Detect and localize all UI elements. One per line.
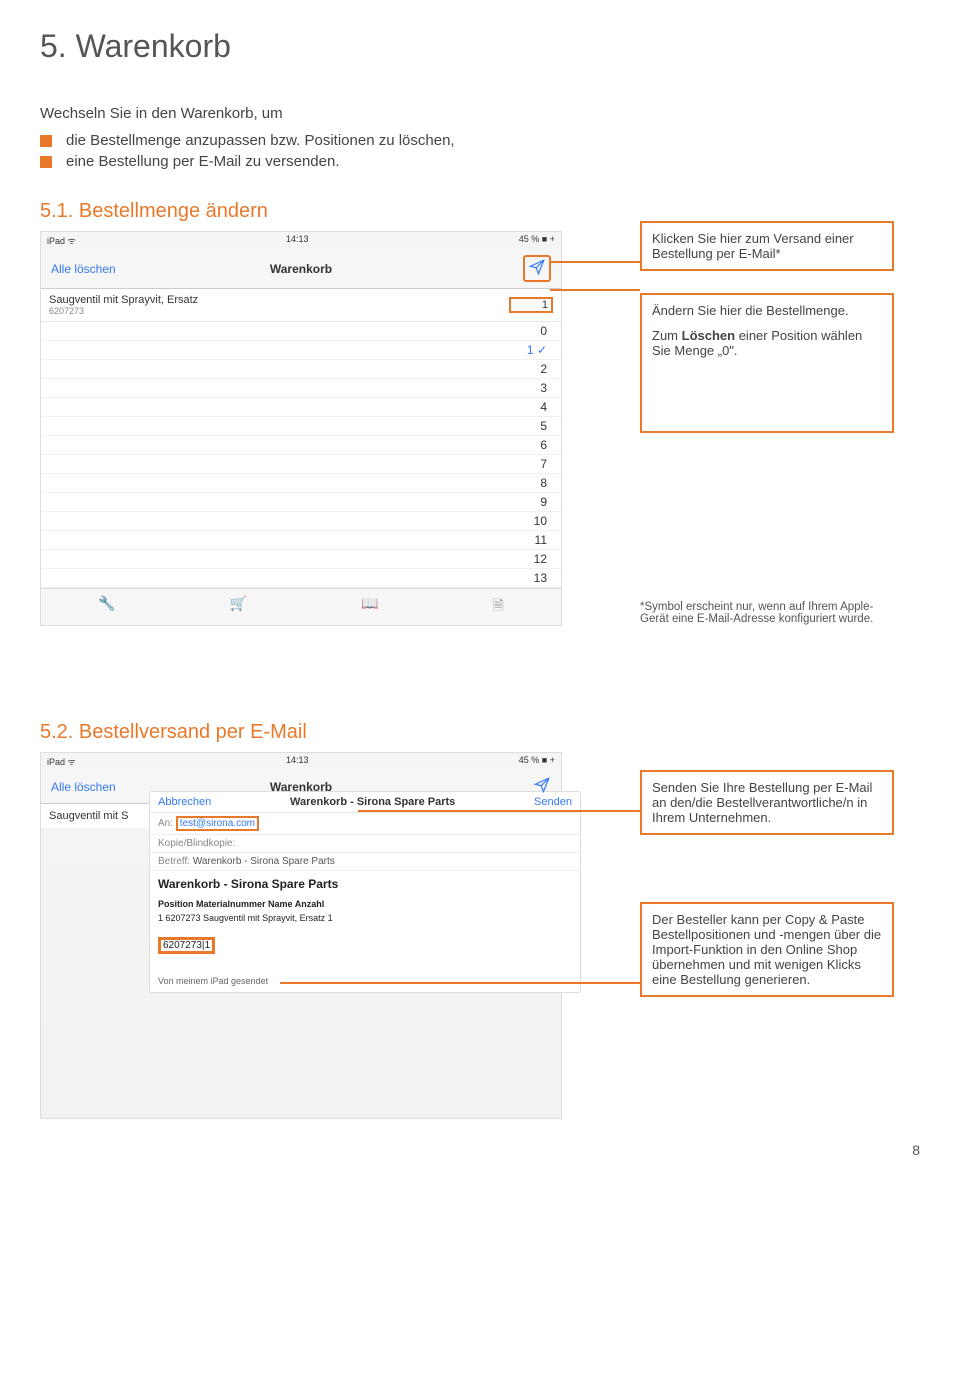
- status-time: 14:13: [286, 755, 309, 768]
- status-left: iPad ᯤ: [47, 755, 76, 768]
- section-5-1-heading: 5.1. Bestellmenge ändern: [40, 200, 920, 223]
- compose-send-button[interactable]: Senden: [534, 796, 572, 808]
- screenshot-warenkorb-picker: iPad ᯤ 14:13 45 % ■ + Alle löschen Waren…: [40, 231, 562, 626]
- wrench-icon[interactable]: 🔧: [98, 595, 115, 619]
- page-number: 8: [40, 1142, 920, 1158]
- page-title: 5. Warenkorb: [40, 28, 920, 65]
- paper-plane-icon[interactable]: [533, 776, 551, 797]
- picker-option[interactable]: 12: [41, 550, 561, 569]
- picker-option[interactable]: 4: [41, 398, 561, 417]
- picker-option[interactable]: 6: [41, 436, 561, 455]
- intro-text: Wechseln Sie in den Warenkorb, um: [40, 105, 920, 122]
- footnote-email-symbol: *Symbol erscheint nur, wenn auf Ihrem Ap…: [640, 601, 880, 625]
- bullet-item: eine Bestellung per E-Mail zu versenden.: [40, 153, 920, 170]
- picker-option[interactable]: 8: [41, 474, 561, 493]
- paper-plane-icon: [528, 258, 546, 279]
- picker-option[interactable]: 0: [41, 322, 561, 341]
- book-icon[interactable]: 📖: [361, 595, 378, 619]
- email-body-raw-import: 6207273|1: [158, 937, 215, 954]
- cart-icon[interactable]: 🛒: [230, 595, 247, 619]
- callout-connector: [358, 810, 640, 812]
- picker-option[interactable]: 5: [41, 417, 561, 436]
- callout-send-to-responsible: Senden Sie Ihre Bestellung per E-Mail an…: [640, 770, 894, 835]
- callout-connector: [550, 261, 640, 263]
- callout-change-qty: Ändern Sie hier die Bestellmenge. Zum Lö…: [640, 293, 894, 433]
- picker-option[interactable]: 3: [41, 379, 561, 398]
- picker-option[interactable]: 10: [41, 512, 561, 531]
- email-body-columns: Position Materialnummer Name Anzahl: [158, 899, 572, 909]
- picker-option-selected[interactable]: 1: [41, 341, 561, 360]
- picker-option[interactable]: 7: [41, 455, 561, 474]
- email-compose-sheet: Abbrechen Warenkorb - Sirona Spare Parts…: [149, 791, 581, 993]
- cc-bcc-field[interactable]: Kopie/Blindkopie:: [158, 838, 235, 849]
- intro-bullets: die Bestellmenge anzupassen bzw. Positio…: [40, 132, 920, 170]
- status-time: 14:13: [286, 234, 309, 247]
- subject-label: Betreff:: [158, 856, 190, 867]
- callout-connector: [280, 982, 640, 984]
- send-email-button[interactable]: [523, 255, 551, 282]
- toolbar-title: Warenkorb: [41, 262, 561, 276]
- screenshot-email-compose: iPad ᯤ 14:13 45 % ■ + Alle löschen Waren…: [40, 752, 562, 1119]
- to-field[interactable]: test@sirona.com: [176, 816, 259, 831]
- delete-all-button[interactable]: Alle löschen: [51, 262, 116, 276]
- subject-field[interactable]: Warenkorb - Sirona Spare Parts: [193, 856, 335, 867]
- cart-item-qty-input[interactable]: 1: [509, 297, 553, 313]
- picker-option[interactable]: 2: [41, 360, 561, 379]
- compose-title: Warenkorb - Sirona Spare Parts: [290, 796, 455, 808]
- delete-all-button[interactable]: Alle löschen: [51, 780, 116, 794]
- picker-option[interactable]: 9: [41, 493, 561, 512]
- status-left: iPad ᯤ: [47, 234, 76, 247]
- status-right: 45 % ■ +: [519, 755, 555, 768]
- email-body-heading: Warenkorb - Sirona Spare Parts: [158, 877, 572, 891]
- status-right: 45 % ■ +: [519, 234, 555, 247]
- cart-item-name: Saugventil mit Sprayvit, Ersatz: [49, 294, 198, 306]
- section-5-2-heading: 5.2. Bestellversand per E-Mail: [40, 721, 920, 744]
- picker-option[interactable]: 11: [41, 531, 561, 550]
- cart-item-ref: 6207273: [49, 306, 509, 316]
- callout-copy-paste-import: Der Besteller kann per Copy & Paste Best…: [640, 902, 894, 997]
- email-signature: Von meinem iPad gesendet: [158, 976, 572, 986]
- quantity-picker[interactable]: 0 1 2 3 4 5 6 7 8 9 10 11 12 13: [41, 322, 561, 588]
- email-body-line: 1 6207273 Saugventil mit Sprayvit, Ersat…: [158, 913, 572, 923]
- document-icon[interactable]: 🗎: [493, 595, 504, 619]
- picker-option[interactable]: 13: [41, 569, 561, 588]
- callout-send-email: Klicken Sie hier zum Versand einer Beste…: [640, 221, 894, 271]
- to-label: An:: [158, 818, 173, 829]
- callout-connector: [550, 289, 640, 291]
- bullet-item: die Bestellmenge anzupassen bzw. Positio…: [40, 132, 920, 149]
- compose-cancel-button[interactable]: Abbrechen: [158, 796, 211, 808]
